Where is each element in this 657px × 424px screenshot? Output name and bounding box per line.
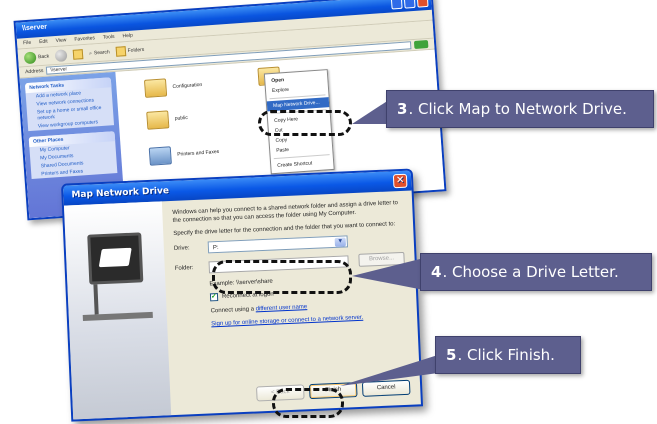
callout-step-5: 5. Click Finish. [435,336,581,374]
callout-step-5-number: 5 [446,346,457,364]
callout-step-3: 3. Click Map to Network Drive. [386,90,654,128]
callout-step-3-number: 3 [397,100,408,118]
callout-step-5-text: . Click Finish. [457,346,555,364]
pointer-step-4 [352,258,424,290]
callout-step-4-number: 4 [431,263,442,281]
callout-step-4-text: . Choose a Drive Letter. [442,263,619,281]
callout-step-3-text: . Click Map to Network Drive. [408,100,627,118]
callout-step-4: 4. Choose a Drive Letter. [420,253,652,291]
